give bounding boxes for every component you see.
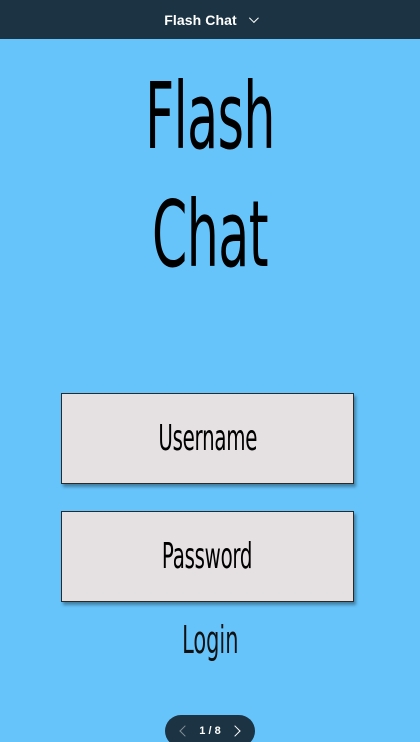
app-title: Flash Chat [95, 58, 326, 294]
chevron-down-icon[interactable] [248, 13, 259, 24]
page-indicator: 1 / 8 [199, 725, 221, 737]
username-field[interactable]: Username [61, 393, 354, 484]
page-navigator: 1 / 8 [165, 715, 255, 742]
password-placeholder: Password [162, 536, 253, 577]
app-title-line-2: Chat [151, 181, 269, 288]
app-title-line-1: Flash [145, 63, 275, 170]
chevron-left-icon[interactable] [179, 725, 191, 737]
top-bar: Flash Chat [0, 0, 420, 39]
password-field[interactable]: Password [61, 511, 354, 602]
chevron-right-icon[interactable] [229, 725, 241, 737]
screen-title: Flash Chat [164, 11, 237, 28]
username-placeholder: Username [158, 418, 257, 459]
login-label: Login [181, 618, 239, 662]
login-button[interactable]: Login [0, 613, 420, 667]
